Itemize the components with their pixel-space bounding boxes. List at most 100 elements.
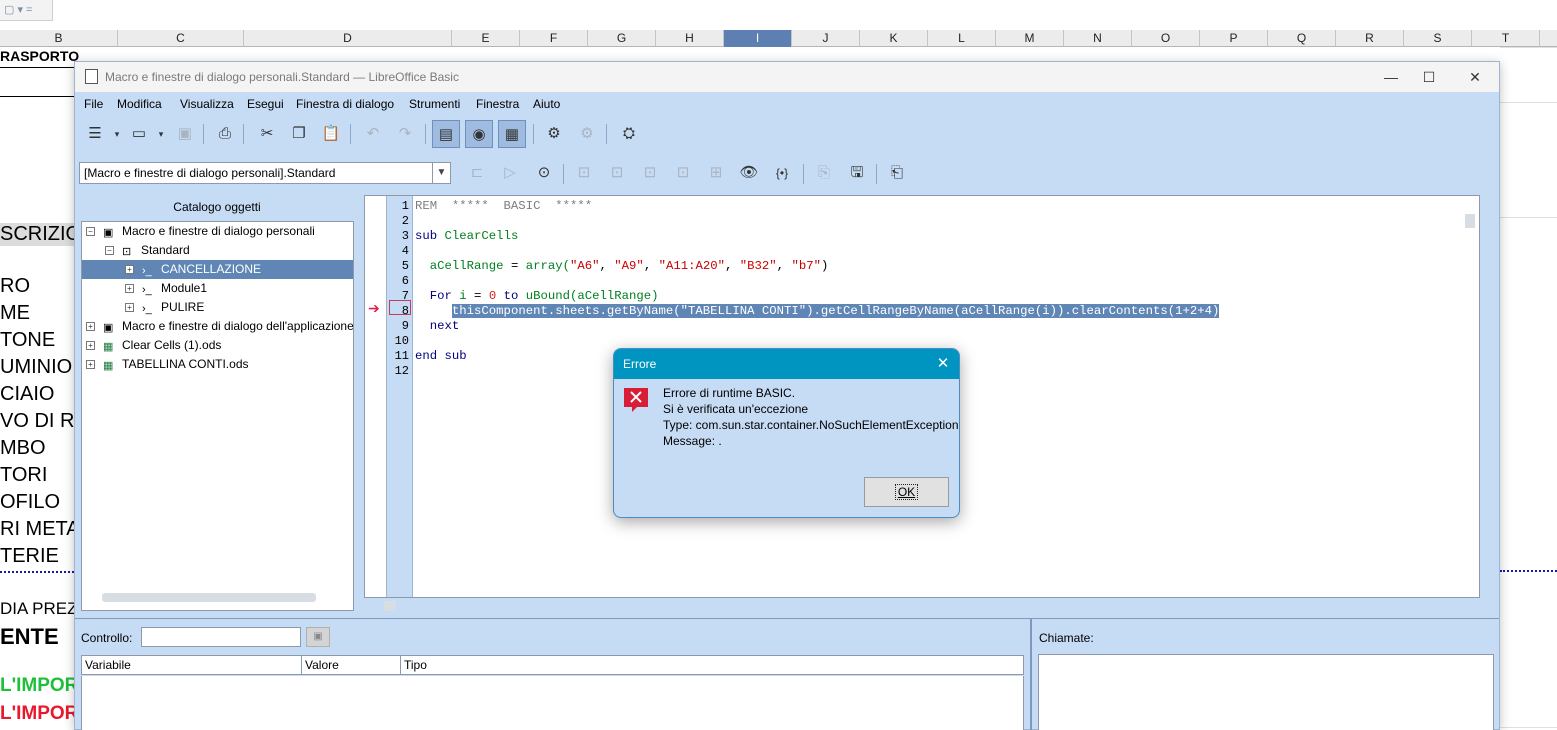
column-header[interactable]: G: [588, 30, 656, 47]
pane-separator[interactable]: [75, 618, 1499, 619]
import-basic-icon[interactable]: ⎗: [883, 159, 911, 187]
sheet-cell[interactable]: ME: [0, 302, 80, 325]
run-macro-disabled-icon[interactable]: ⚙: [573, 120, 601, 148]
column-type[interactable]: Tipo: [401, 656, 551, 675]
find-parentheses-icon[interactable]: {•}: [768, 159, 796, 187]
formula-input[interactable]: [52, 0, 1557, 21]
enable-watch-icon[interactable]: 👁: [735, 159, 763, 187]
sheet-cell[interactable]: RI META: [0, 518, 80, 541]
catalog-horizontal-scrollbar[interactable]: [102, 593, 316, 602]
column-variable[interactable]: Variabile: [82, 656, 302, 675]
column-header[interactable]: Q: [1268, 30, 1336, 47]
watch-input[interactable]: [141, 627, 301, 647]
dialog-titlebar[interactable]: Errore ✕: [614, 349, 959, 379]
window-titlebar[interactable]: Macro e finestre di dialogo personali.St…: [75, 62, 1499, 92]
menu-tools[interactable]: Strumenti: [409, 97, 460, 111]
formula-bar-controls[interactable]: ▢ ▾ =: [0, 0, 52, 20]
object-catalog-icon[interactable]: ▤: [432, 120, 460, 148]
collapse-icon[interactable]: −: [86, 227, 95, 236]
close-window-button[interactable]: ✕: [1457, 66, 1493, 88]
macros-icon[interactable]: ⚙: [540, 120, 568, 148]
column-header[interactable]: J: [792, 30, 860, 47]
tree-item-clear-cells-ods[interactable]: + ▦ Clear Cells (1).ods: [82, 336, 353, 355]
watch-table-body[interactable]: [81, 676, 1024, 730]
maximize-button[interactable]: ☐: [1411, 66, 1447, 88]
tree-item-my-macros[interactable]: − ▣ Macro e finestre di dialogo personal…: [82, 222, 353, 241]
menu-help[interactable]: Aiuto: [533, 97, 560, 111]
pane-divider[interactable]: [1030, 619, 1032, 730]
stack-window-icon[interactable]: ▦: [498, 120, 526, 148]
tree-item-tabellina-conti-ods[interactable]: + ▦ TABELLINA CONTI.ods: [82, 355, 353, 374]
column-header[interactable]: K: [860, 30, 928, 47]
sheet-cell[interactable]: RO: [0, 275, 80, 298]
tree-item-cancellazione[interactable]: + ›_ CANCELLAZIONE: [82, 260, 353, 279]
column-header[interactable]: E: [452, 30, 520, 47]
sheet-cell[interactable]: ENTE: [0, 624, 80, 650]
step-into-icon[interactable]: ⊡: [570, 159, 598, 187]
expand-icon[interactable]: +: [125, 284, 134, 293]
column-header[interactable]: T: [1472, 30, 1540, 47]
sheet-cell[interactable]: UMINIO: [0, 356, 80, 379]
sheet-cell[interactable]: VO DI RA: [0, 410, 80, 433]
column-header[interactable]: P: [1200, 30, 1268, 47]
sheet-cell[interactable]: TORI: [0, 464, 80, 487]
column-header[interactable]: B: [0, 30, 118, 47]
breakpoint-icon[interactable]: ⊡: [669, 159, 697, 187]
expand-icon[interactable]: +: [86, 341, 95, 350]
expand-icon[interactable]: +: [86, 360, 95, 369]
expand-icon[interactable]: +: [125, 303, 134, 312]
tree-item-application-macros[interactable]: + ▣ Macro e finestre di dialogo dell'app…: [82, 317, 353, 336]
column-header[interactable]: R: [1336, 30, 1404, 47]
ok-button[interactable]: OK: [864, 477, 949, 507]
collapse-icon[interactable]: −: [105, 246, 114, 255]
manage-breakpoints-icon[interactable]: ⊞: [702, 159, 730, 187]
redo-icon[interactable]: ↷: [391, 120, 419, 148]
paste-icon[interactable]: 📋: [317, 120, 345, 148]
breakpoint-column[interactable]: ➔: [365, 196, 387, 597]
chevron-down-icon[interactable]: ▼: [432, 163, 450, 183]
sheet-cell[interactable]: MBO: [0, 437, 80, 460]
extension-manager-icon[interactable]: ⛭: [615, 120, 643, 148]
sheet-cell[interactable]: SCRIZIO: [0, 223, 80, 246]
column-value[interactable]: Valore: [302, 656, 401, 675]
tree-item-pulire[interactable]: + ›_ PULIRE: [82, 298, 353, 317]
compile-icon[interactable]: ⊏: [463, 159, 491, 187]
expand-icon[interactable]: +: [86, 322, 95, 331]
sheet-cell[interactable]: L'IMPOR: [0, 703, 80, 725]
column-header-selected[interactable]: I: [724, 30, 792, 47]
menu-view[interactable]: Visualizza: [180, 97, 234, 111]
insert-source-icon[interactable]: ⎘: [810, 159, 838, 187]
sheet-cell[interactable]: TERIE: [0, 545, 80, 568]
cut-icon[interactable]: ✂: [253, 120, 281, 148]
column-header[interactable]: C: [118, 30, 244, 47]
print-icon[interactable]: ⎙: [211, 120, 239, 148]
call-stack-list[interactable]: [1038, 654, 1494, 730]
minimize-button[interactable]: —: [1373, 66, 1409, 88]
step-out-icon[interactable]: ⊡: [636, 159, 664, 187]
library-select[interactable]: [Macro e finestre di dialogo personali].…: [79, 162, 451, 184]
sheet-cell[interactable]: DIA PREZ: [0, 599, 80, 619]
menu-run[interactable]: Esegui: [247, 97, 284, 111]
sheet-cell[interactable]: CIAIO: [0, 383, 80, 406]
column-header[interactable]: S: [1404, 30, 1472, 47]
expand-icon[interactable]: +: [125, 265, 134, 274]
column-header[interactable]: L: [928, 30, 996, 47]
copy-icon[interactable]: ❐: [285, 120, 313, 148]
sheet-cell[interactable]: TONE: [0, 329, 80, 352]
column-header[interactable]: D: [244, 30, 452, 47]
sheet-cell[interactable]: L'IMPOR: [0, 675, 80, 697]
menu-dialog[interactable]: Finestra di dialogo: [296, 97, 394, 111]
run-icon[interactable]: ▷: [496, 159, 524, 187]
editor-horizontal-scrollbar[interactable]: [384, 601, 396, 611]
save-icon[interactable]: ▣: [171, 120, 199, 148]
column-header[interactable]: N: [1064, 30, 1132, 47]
dialog-close-button[interactable]: ✕: [927, 349, 959, 379]
step-over-icon[interactable]: ⊡: [603, 159, 631, 187]
menu-edit[interactable]: Modifica: [117, 97, 162, 111]
sheet-cell[interactable]: RASPORTO:: [0, 48, 80, 64]
save-source-icon[interactable]: 🖫: [843, 159, 871, 187]
sheet-cell[interactable]: OFILO: [0, 491, 80, 514]
remove-watch-icon[interactable]: ▣: [306, 627, 330, 647]
undo-icon[interactable]: ↶: [359, 120, 387, 148]
menu-window[interactable]: Finestra: [476, 97, 519, 111]
